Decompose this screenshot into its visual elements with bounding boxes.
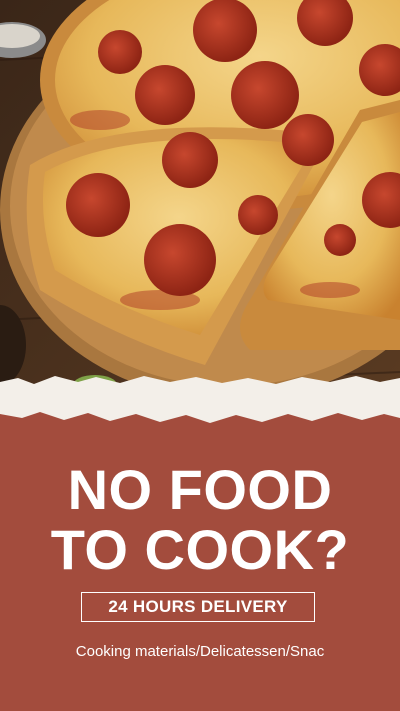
delivery-badge: 24 HOURS DELIVERY	[81, 592, 315, 622]
headline-line-2: TO COOK?	[50, 518, 350, 581]
torn-paper-divider	[0, 376, 400, 448]
headline-line-1: NO FOOD	[67, 458, 333, 521]
categories-text: Cooking materials/Delicatessen/Snac	[75, 643, 325, 660]
poster: NO FOOD TO COOK? 24 HOURS DELIVERY Cooki…	[0, 0, 400, 711]
pizza-photo	[0, 0, 400, 430]
